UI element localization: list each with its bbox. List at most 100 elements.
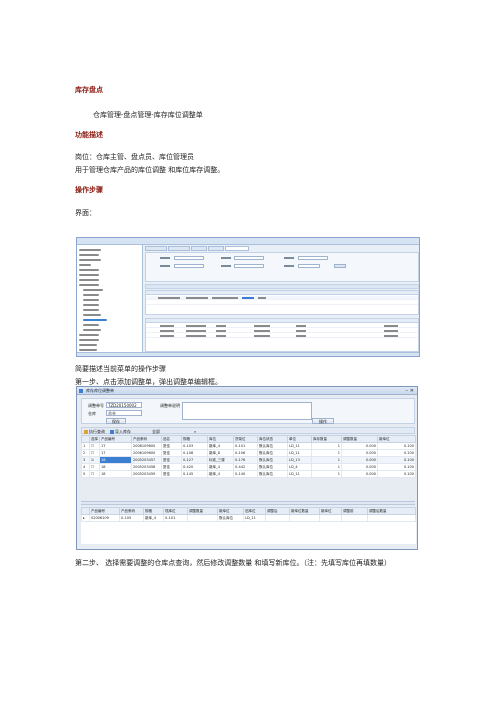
tree-item[interactable] [83,313,143,317]
table-cell[interactable]: ☐ [89,470,100,478]
warehouse-select[interactable]: 总仓 [106,410,142,416]
column-header[interactable]: 新库位 [377,435,416,443]
table-cell[interactable]: ☐ [89,449,100,457]
column-header[interactable]: 单位 [287,435,312,443]
table-cell: 默认库位 [217,514,244,522]
search-icon[interactable]: ⌕ [194,429,196,434]
table-cell[interactable]: ☐ [89,463,100,471]
ui-label: 界面： [75,209,96,217]
column-header[interactable]: 规格 [181,435,208,443]
column-header[interactable]: 产品编号 [89,507,120,515]
table-row[interactable] [146,324,418,328]
tree-item[interactable] [79,263,139,267]
table-cell: 新库_8 [207,449,234,457]
grid-header [146,319,418,323]
column-header[interactable]: 调整后 [265,507,290,515]
dialog-titlebar: 库存库位调整单 – ✕ [77,387,417,395]
table-row[interactable] [146,301,418,305]
table-row[interactable]: ▸ 02006109 0-105 新库_4 0-101 默认库位 LD_11 [81,514,416,522]
tab[interactable] [191,246,207,251]
column-header[interactable]: 品名 [161,435,182,443]
tree-item[interactable] [79,333,139,337]
filter-select[interactable]: 全部 [152,429,160,434]
field-input[interactable] [174,256,204,260]
tree-item[interactable] [79,268,139,272]
column-header[interactable]: 产品条码 [131,435,162,443]
field-input[interactable] [298,264,320,268]
table-row[interactable] [146,296,418,300]
table-cell: 夏佳 [161,456,182,464]
table-row[interactable]: 2 ☐ 17 2006109600 夏佳 0-108 新库_8 0-106 默认库位 LD_11 1… [81,449,416,457]
tree-item-selected[interactable] [83,318,143,322]
tree-item[interactable] [83,298,143,302]
column-header[interactable]: 调整前 [341,507,368,515]
table-row[interactable] [146,329,418,333]
tab-active[interactable] [225,246,249,251]
table-cell[interactable]: 02006109 [89,514,120,522]
tree-item[interactable] [83,308,143,312]
save-button[interactable]: 保存 [106,418,126,424]
column-header[interactable]: 库位状态 [257,435,288,443]
tree-item[interactable] [79,258,139,262]
table-cell: 默认库位 [257,442,288,450]
ops-button[interactable]: 操作 [312,418,334,424]
table-row[interactable]: 4 ☐ 18 2005203458 夏佳 0-420 新库_4 0-442 默认库位 LD_4 1 0… [81,463,416,471]
column-header[interactable]: 库存数量 [311,435,342,443]
column-header[interactable] [81,507,90,515]
column-header[interactable]: 新库位 [319,507,342,515]
tree-item[interactable] [83,328,143,332]
import-tool[interactable]: 导入库存 [110,429,131,434]
tree-item[interactable] [83,293,143,297]
table-row[interactable]: 1 ☐ 17 2006109600 夏佳 0-103 新库_4 0-101 默认库位 LD_11 1… [81,442,416,450]
field-input[interactable] [234,256,264,260]
query-tool[interactable]: 执行查询 [84,429,105,434]
column-header[interactable]: 规格 [143,507,164,515]
column-header[interactable]: 产品编号 [99,435,132,443]
column-header[interactable]: 调整后数量 [367,507,416,515]
field-input[interactable] [298,256,328,260]
column-header[interactable] [81,435,90,443]
tab[interactable] [208,246,224,251]
tree-item[interactable] [79,273,139,277]
table-cell [367,514,416,522]
table-cell: LD_11 [287,449,312,457]
tree-item[interactable] [79,278,139,282]
table-cell[interactable]: ☑ [89,456,100,464]
close-icon[interactable]: ✕ [410,388,414,394]
grid-splitter[interactable] [81,501,415,505]
dialog-form: 调整单号 TZD20150002 仓库 总仓 保存 调整单说明 操作 [81,398,415,424]
column-header[interactable]: 产品条码 [119,507,144,515]
column-header[interactable]: 现库位 [163,507,188,515]
table-row[interactable]: 5 ☐ 18 2005203459 夏佳 0-145 新库_4 0-140 默认库位 LD_11 1… [81,470,416,478]
column-header[interactable]: 旧库位 [243,507,266,515]
tree-item[interactable] [79,283,139,287]
column-header[interactable]: 货架位 [233,435,258,443]
tree-item[interactable] [83,303,143,307]
table-row[interactable]: 3 ☑ 18 2005203457 夏佳 0-127 标准_三楼 0-176 默认库位 LD_13… [81,456,416,464]
tab[interactable] [145,246,167,251]
column-header[interactable]: 调整数量 [187,507,218,515]
remark-textarea[interactable] [182,402,312,420]
field-input[interactable] [174,264,204,268]
table-cell: 0-145 [181,470,208,478]
adjust-no-field[interactable]: TZD20150002 [106,402,142,408]
tree-item[interactable] [83,288,143,292]
table-row[interactable] [146,334,418,338]
tree-item[interactable] [79,253,139,257]
minimize-icon[interactable]: – [406,388,409,394]
column-header[interactable]: 调整数量 [341,435,378,443]
tree-item[interactable] [79,343,139,347]
tree-item[interactable] [83,323,143,327]
table-cell: 0.000 [341,442,378,450]
column-header[interactable]: 新库位 [217,507,244,515]
tree-item[interactable] [79,248,139,252]
column-header[interactable]: 选择 [89,435,100,443]
query-button[interactable] [334,264,346,268]
table-cell[interactable]: ☐ [89,442,100,450]
field-input[interactable] [234,264,264,268]
table-cell: 默认库位 [257,449,288,457]
tree-item[interactable] [79,338,139,342]
tab[interactable] [168,246,190,251]
column-header[interactable]: 新库位数量 [289,507,320,515]
column-header[interactable]: 库位 [207,435,234,443]
